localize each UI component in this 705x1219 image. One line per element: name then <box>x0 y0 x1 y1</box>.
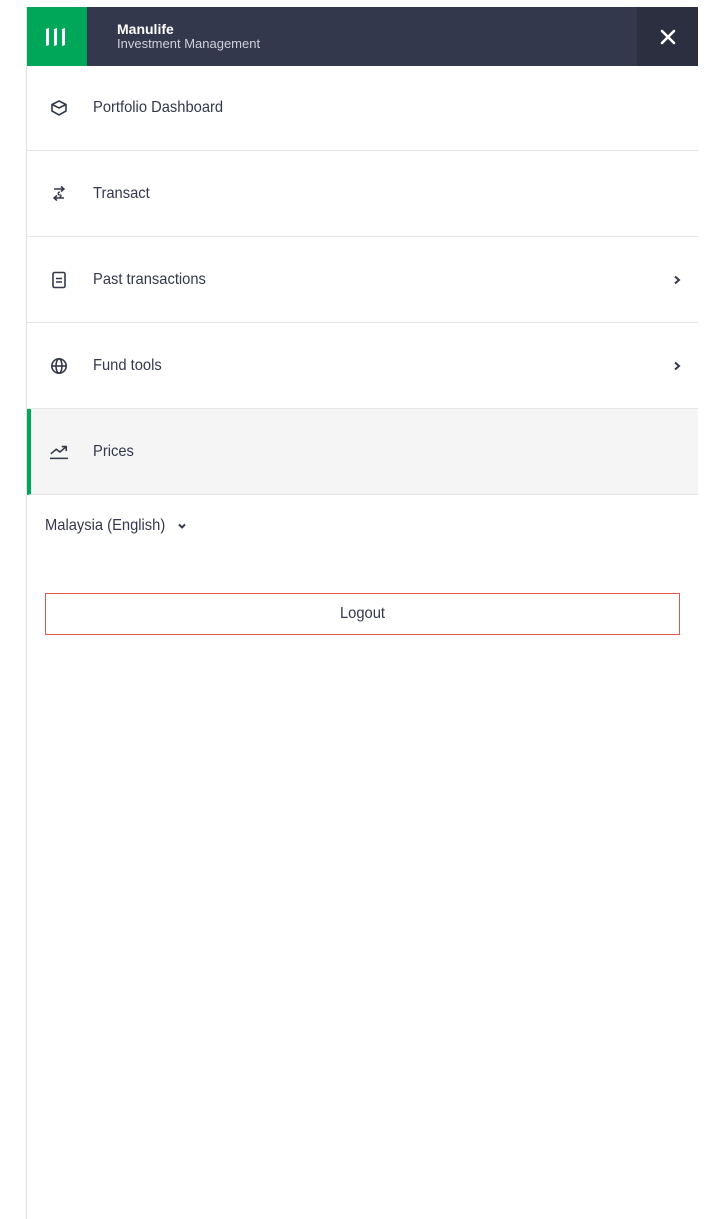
brand-subtitle: Investment Management <box>117 36 261 52</box>
globe-icon <box>49 356 69 376</box>
close-icon <box>660 29 675 44</box>
menu-label: Portfolio Dashboard <box>93 99 224 116</box>
menu-item-fund-tools[interactable]: Fund tools <box>27 323 698 409</box>
menu-label: Fund tools <box>93 356 162 374</box>
chevron-right-icon <box>674 361 681 370</box>
document-icon <box>49 270 69 290</box>
brand-text: Manulife Investment Management <box>117 21 260 52</box>
manulife-logo-icon <box>46 27 65 46</box>
cube-icon <box>49 98 69 118</box>
menu-item-portfolio-dashboard[interactable]: Portfolio Dashboard <box>27 66 698 151</box>
close-button[interactable] <box>637 7 698 66</box>
menu-item-prices[interactable]: Prices <box>27 409 698 495</box>
brand-name: Manulife <box>117 20 174 37</box>
menu-label: Transact <box>93 184 150 202</box>
language-label: Malaysia (English) <box>45 517 166 534</box>
logout-label: Logout <box>339 605 386 622</box>
menu-item-past-transactions[interactable]: Past transactions <box>27 237 698 323</box>
menu-label: Past transactions <box>93 270 206 288</box>
main-menu: Portfolio Dashboard Transact Past transa… <box>27 66 698 495</box>
chevron-down-icon <box>178 523 186 529</box>
app-header: Manulife Investment Management <box>27 7 698 66</box>
trend-up-icon <box>49 442 69 462</box>
manulife-logo[interactable] <box>27 7 87 66</box>
menu-label: Prices <box>93 442 134 460</box>
exchange-icon <box>49 184 69 204</box>
chevron-right-icon <box>674 275 681 284</box>
navigation-panel: Manulife Investment Management Portfolio… <box>26 7 698 1219</box>
menu-item-transact[interactable]: Transact <box>27 151 698 237</box>
logout-button[interactable]: Logout <box>45 593 680 635</box>
language-selector[interactable]: Malaysia (English) <box>45 517 187 535</box>
